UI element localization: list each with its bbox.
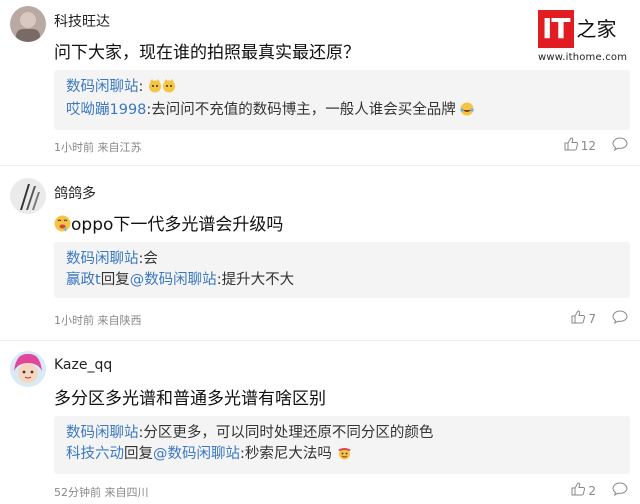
drooling-emoji-icon <box>54 215 71 237</box>
comment-item: Kaze_qq 多分区多光谱和普通多光谱有啥区别 数码闲聊站:分区更多，可以同时… <box>0 341 640 504</box>
comment-meta: 52分钟前 来自四川 <box>54 486 149 499</box>
reply-user[interactable]: 数码闲聊站 <box>66 251 139 267</box>
thumbs-up-icon <box>571 310 588 327</box>
reply-body: :去问问不充值的数码博主，一般人谁会买全品牌 <box>146 102 456 118</box>
comment-meta: 1小时前 来自江苏 <box>54 141 142 154</box>
like-count: 2 <box>588 483 596 498</box>
reply-joiner: 回复 <box>124 446 153 462</box>
reply-user[interactable]: 数码闲聊站 <box>66 79 139 95</box>
thumbs-up-icon <box>564 137 581 154</box>
like-count: 12 <box>580 138 596 153</box>
comment-item: 鸽鸽多 oppo下一代多光谱会升级吗 数码闲聊站:会 赢政t回复@数码闲聊站:提… <box>0 166 640 340</box>
reply-body: :分区更多，可以同时处理还原不同分区的颜色 <box>138 425 434 441</box>
reply-body: :会 <box>138 251 158 267</box>
reply-joiner: 回复 <box>100 272 130 288</box>
comment-meta: 1小时前 来自陕西 <box>54 314 142 327</box>
reply-box: 数码闲聊站: 哎呦蹦1998:去问问不充值的数码博主，一般人谁会买全品牌 <box>54 70 630 130</box>
comment-actions: 2 <box>571 482 628 499</box>
reply-body: :秒索尼大法吗 <box>240 446 332 462</box>
reply-line: 赢政t回复@数码闲聊站:提升大不大 <box>66 270 630 291</box>
like-button[interactable]: 2 <box>571 482 596 499</box>
avatar[interactable] <box>10 351 46 387</box>
reply-user[interactable]: 科技六动 <box>66 446 124 462</box>
thumbs-up-icon <box>571 482 588 499</box>
avatar[interactable] <box>10 6 46 42</box>
reply-body: : <box>138 79 144 95</box>
cowboy-emoji-icon <box>337 445 352 467</box>
reply-bubble-icon[interactable] <box>612 482 628 499</box>
reply-bubble-icon[interactable] <box>612 137 628 154</box>
reply-user[interactable]: 数码闲聊站 <box>66 425 139 441</box>
like-count: 7 <box>588 311 596 326</box>
comment-username[interactable]: Kaze_qq <box>54 357 112 373</box>
reply-target[interactable]: @数码闲聊站 <box>153 446 240 462</box>
like-button[interactable]: 7 <box>571 310 596 327</box>
laughing-tears-emoji-icon <box>460 102 475 123</box>
avatar[interactable] <box>10 178 46 214</box>
comment-text-body: oppo下一代多光谱会升级吗 <box>71 215 284 235</box>
reply-line: 数码闲聊站:分区更多，可以同时处理还原不同分区的颜色 <box>66 423 630 444</box>
reply-user[interactable]: 哎呦蹦1998 <box>66 102 146 118</box>
comment-username[interactable]: 科技旺达 <box>54 11 110 31</box>
comment-actions: 12 <box>564 137 628 154</box>
reply-line: 数码闲聊站:会 <box>66 249 630 270</box>
like-button[interactable]: 12 <box>564 137 596 154</box>
reply-line: 科技六动回复@数码闲聊站:秒索尼大法吗 <box>66 444 630 467</box>
reply-bubble-icon[interactable] <box>612 310 628 327</box>
reply-target[interactable]: @数码闲聊站 <box>130 272 217 288</box>
reply-box: 数码闲聊站:会 赢政t回复@数码闲聊站:提升大不大 <box>54 242 630 298</box>
reply-body: :提升大不大 <box>216 272 295 288</box>
comment-text: oppo下一代多光谱会升级吗 <box>54 210 283 237</box>
reply-line: 数码闲聊站: <box>66 77 630 100</box>
comment-username[interactable]: 鸽鸽多 <box>54 183 96 203</box>
comment-item: 科技旺达 问下大家，现在谁的拍照最真实最还原？ 数码闲聊站: 哎呦蹦1998:去… <box>0 0 640 165</box>
cat-emoji-icon <box>148 79 176 100</box>
comment-text: 多分区多光谱和普通多光谱有啥区别 <box>54 389 326 409</box>
comment-text: 问下大家，现在谁的拍照最真实最还原？ <box>54 43 360 63</box>
comment-actions: 7 <box>571 310 628 327</box>
reply-box: 数码闲聊站:分区更多，可以同时处理还原不同分区的颜色 科技六动回复@数码闲聊站:… <box>54 416 630 474</box>
reply-line: 哎呦蹦1998:去问问不充值的数码博主，一般人谁会买全品牌 <box>66 100 630 123</box>
reply-user[interactable]: 赢政t <box>66 272 101 288</box>
